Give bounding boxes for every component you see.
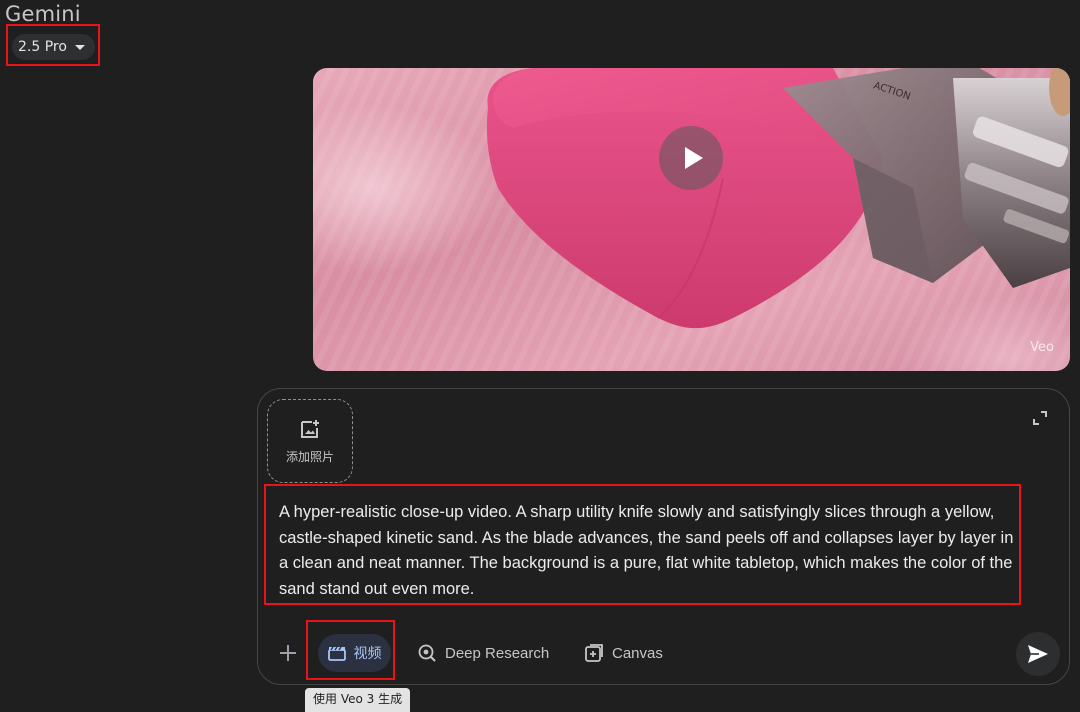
expand-icon[interactable]: [1033, 411, 1047, 425]
model-highlight-box: [6, 24, 100, 66]
video-frame-illustration: ACTION: [486, 68, 1070, 329]
app-title: Gemini: [5, 2, 81, 26]
play-button[interactable]: [659, 126, 723, 190]
canvas-button[interactable]: Canvas: [584, 640, 663, 666]
video-tool-highlight-box: [306, 620, 395, 680]
play-icon: [684, 147, 703, 169]
add-photo-label: 添加照片: [285, 449, 334, 464]
send-icon: [1028, 645, 1048, 663]
add-image-icon: [301, 419, 319, 438]
video-player[interactable]: ACTION Veo: [313, 68, 1070, 371]
veo-watermark: Veo: [1030, 340, 1054, 355]
tooltip: 使用 Veo 3 生成: [305, 688, 411, 712]
add-photo-button[interactable]: 添加照片: [267, 399, 353, 483]
canvas-icon: [585, 644, 603, 662]
send-button[interactable]: [1016, 632, 1060, 676]
deep-research-icon: [418, 644, 436, 662]
deep-research-label: Deep Research: [445, 644, 550, 662]
prompt-highlight-box: [264, 484, 1021, 605]
canvas-label: Canvas: [612, 644, 663, 662]
deep-research-button[interactable]: Deep Research: [417, 640, 549, 666]
plus-icon[interactable]: [278, 643, 298, 663]
